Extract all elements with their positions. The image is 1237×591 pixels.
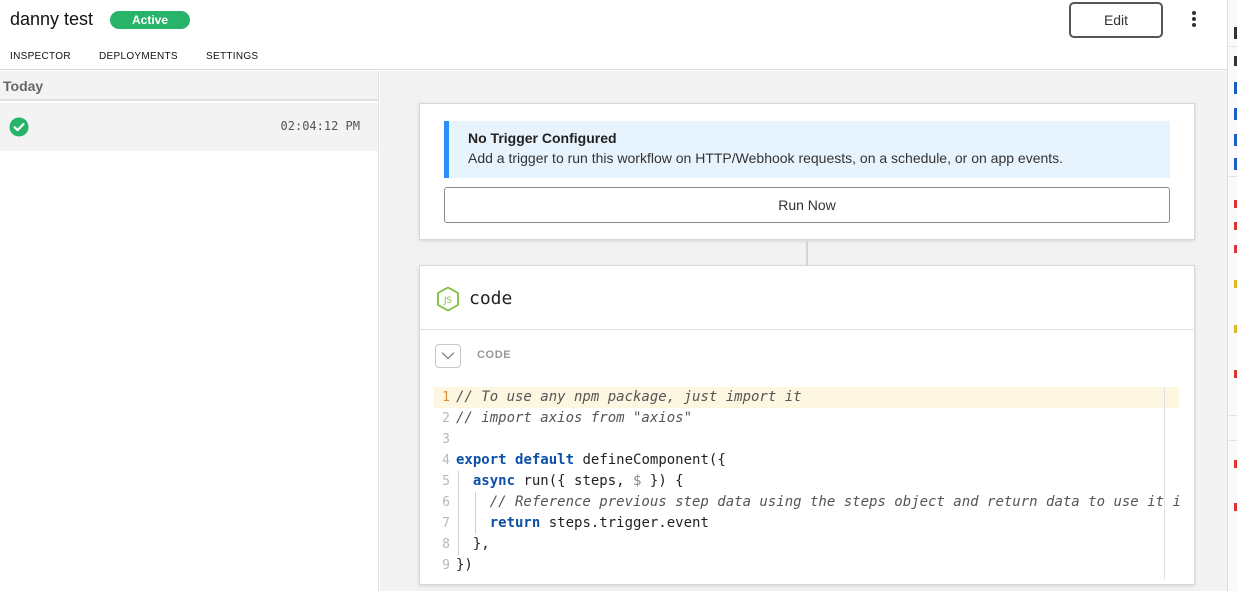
- tab-inspector[interactable]: INSPECTOR: [10, 51, 71, 62]
- code-line: 4 export default defineComponent({: [442, 452, 726, 468]
- code-line: 9 }): [442, 557, 473, 573]
- tab-settings[interactable]: SETTINGS: [206, 51, 258, 62]
- code-line: 5 async run({ steps, $ }) {: [442, 473, 684, 489]
- code-line: 7 return steps.trigger.event: [442, 515, 709, 531]
- code-step-card: JS code CODE 1 // To use any npm package…: [419, 265, 1195, 585]
- workflow-canvas: No Trigger Configured Add a trigger to r…: [380, 71, 1227, 591]
- step-connector: [806, 241, 808, 265]
- collapse-toggle[interactable]: [435, 344, 461, 368]
- more-options-icon[interactable]: [1184, 9, 1204, 33]
- step-header[interactable]: JS code: [420, 266, 1194, 330]
- event-row[interactable]: 02:04:12 PM: [0, 103, 378, 151]
- code-line: 1 // To use any npm package, just import…: [434, 387, 1179, 408]
- tab-deployments[interactable]: DEPLOYMENTS: [99, 51, 178, 62]
- indent-guide: [458, 471, 459, 555]
- trigger-card: No Trigger Configured Add a trigger to r…: [419, 103, 1195, 240]
- date-group-header: Today: [0, 71, 378, 101]
- code-editor[interactable]: 1 // To use any npm package, just import…: [434, 387, 1181, 579]
- workflow-title: danny test: [10, 9, 94, 29]
- code-line: 2 // import axios from "axios": [442, 410, 693, 426]
- success-check-icon: [9, 117, 29, 137]
- code-line: 6 // Reference previous step data using …: [442, 494, 1181, 510]
- editor-ruler: [1164, 387, 1165, 579]
- chevron-down-icon: [441, 352, 455, 360]
- inspector-panel: Today 02:04:12 PM: [0, 71, 379, 591]
- nodejs-icon: JS: [437, 286, 459, 312]
- run-now-button[interactable]: Run Now: [444, 187, 1170, 223]
- no-trigger-notice: No Trigger Configured Add a trigger to r…: [444, 121, 1170, 178]
- indent-guide: [475, 492, 476, 534]
- code-line: 8 },: [442, 536, 490, 552]
- edit-button[interactable]: Edit: [1069, 2, 1163, 38]
- status-badge: Active: [110, 11, 190, 29]
- right-panel-edge: [1227, 0, 1237, 591]
- notice-body: Add a trigger to run this workflow on HT…: [468, 150, 1064, 166]
- code-section-label: CODE: [477, 349, 512, 361]
- step-name: code: [469, 288, 513, 309]
- event-timestamp: 02:04:12 PM: [280, 119, 360, 133]
- svg-text:JS: JS: [443, 296, 452, 306]
- code-line: 3: [442, 432, 450, 447]
- workflow-header: danny test Active INSPECTOR DEPLOYMENTS …: [0, 0, 1227, 70]
- notice-title: No Trigger Configured: [468, 130, 617, 146]
